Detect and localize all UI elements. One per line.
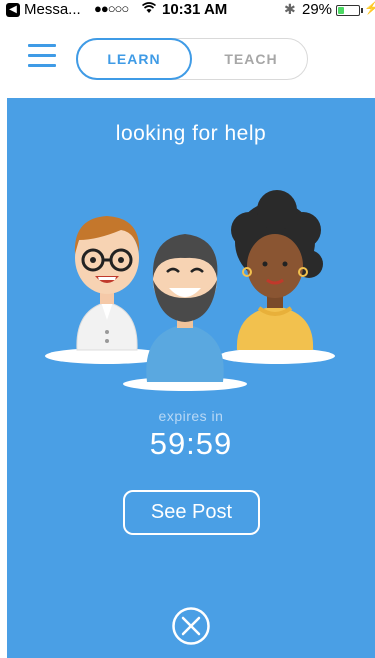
wifi-icon [142, 1, 156, 17]
tab-learn[interactable]: LEARN [76, 38, 192, 80]
page-title: looking for help [115, 122, 267, 145]
battery-percent: 29% [302, 1, 333, 18]
see-post-button[interactable]: See Post [123, 490, 260, 535]
back-app-label[interactable]: Messa... [24, 1, 81, 18]
person-glasses-figure [74, 216, 140, 351]
status-bar: ◀ Messa... ●●○○○ 10:31 AM ✱ 29% ⚡ [0, 0, 375, 20]
battery-nub [361, 8, 363, 13]
tab-teach[interactable]: TEACH [195, 39, 307, 79]
person-curly-hair-figure [231, 190, 323, 350]
expires-label: expires in [158, 408, 224, 424]
clock: 10:31 AM [162, 1, 228, 18]
bluetooth-icon: ✱ [284, 1, 296, 17]
learn-teach-toggle: LEARN TEACH [76, 38, 308, 80]
battery-level [338, 7, 344, 14]
signal-strength: ●●○○○ [94, 1, 129, 16]
help-request-panel: looking for help expires in 59:59 See Po… [7, 98, 375, 658]
close-circle-icon[interactable] [171, 606, 211, 646]
charging-icon: ⚡ [364, 1, 375, 15]
hamburger-menu-icon[interactable] [28, 44, 56, 68]
tutors-illustration [45, 190, 335, 391]
person-beard-figure [146, 234, 224, 382]
countdown-timer: 59:59 [149, 426, 233, 461]
battery-icon [336, 5, 360, 16]
top-nav: LEARN TEACH [0, 20, 375, 98]
back-arrow-icon[interactable]: ◀ [6, 3, 20, 17]
